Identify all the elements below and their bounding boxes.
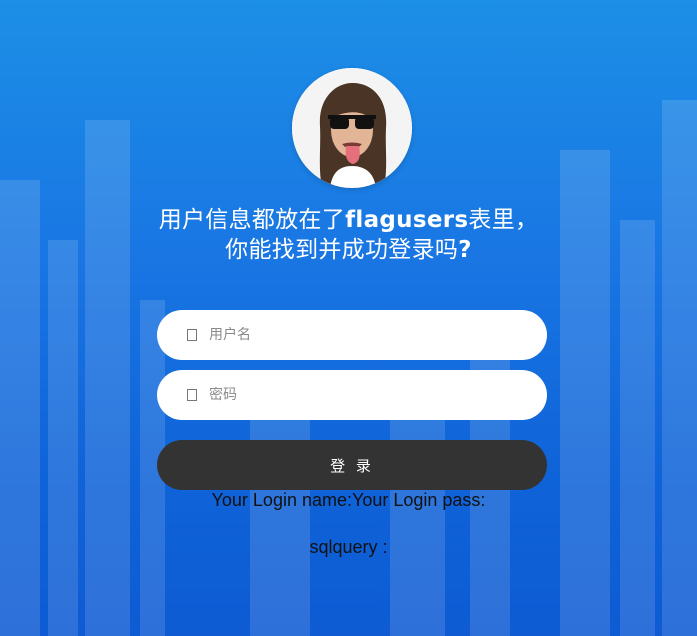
username-input[interactable] — [209, 327, 509, 343]
headline-text: 你能找到并成功登录吗 — [225, 237, 459, 263]
headline-line-1: 用户信息都放在了flagusers表里， — [0, 205, 697, 235]
lock-icon — [187, 389, 197, 401]
login-button[interactable]: 登 录 — [157, 440, 547, 490]
headline-text: 表里， — [468, 207, 539, 233]
avatar-portrait — [292, 68, 412, 188]
user-icon — [187, 329, 197, 341]
headline-line-2: 你能找到并成功登录吗? — [0, 235, 697, 265]
page-title: 用户信息都放在了flagusers表里， 你能找到并成功登录吗? — [0, 205, 697, 265]
sqlquery-text: sqlquery : — [309, 537, 388, 557]
headline-table-name: flagusers — [345, 207, 469, 233]
password-field[interactable] — [157, 370, 547, 420]
headline-text: 用户信息都放在了 — [158, 207, 346, 233]
login-result-text: Your Login name:Your Login pass: — [211, 490, 486, 510]
avatar — [292, 68, 412, 188]
headline-question-mark: ? — [458, 237, 472, 263]
password-input[interactable] — [209, 387, 509, 403]
username-field[interactable] — [157, 310, 547, 360]
